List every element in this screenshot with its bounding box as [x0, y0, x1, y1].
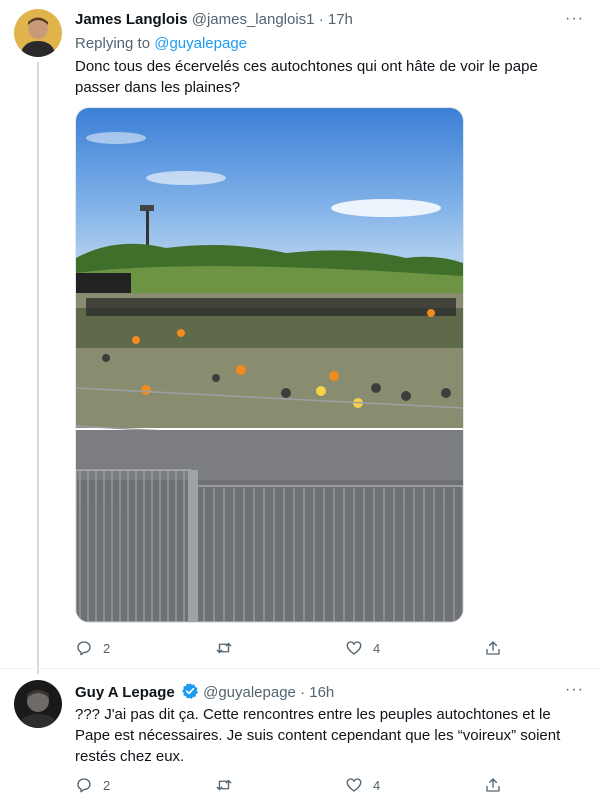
- tweet-text-line: passer dans les plaines?: [75, 79, 241, 96]
- tweet-actions: 2 4: [75, 775, 505, 795]
- reply-button[interactable]: 2: [75, 638, 110, 658]
- author-name[interactable]: Guy A Lepage: [75, 684, 175, 701]
- avatar-james-langlois[interactable]: [14, 9, 62, 57]
- tweet-text-line: Donc tous des écervelés ces autochtones …: [75, 58, 538, 75]
- tweet-guy-a-lepage[interactable]: Guy A Lepage @guyalepage · 16h ··· ??? J…: [0, 669, 600, 809]
- share-icon: [486, 641, 500, 655]
- separator: ·: [318, 11, 324, 28]
- like-count: 4: [373, 777, 381, 793]
- timestamp[interactable]: 16h: [309, 684, 334, 701]
- retweet-button[interactable]: [215, 775, 243, 795]
- reply-icon: [77, 641, 91, 656]
- replying-to: Replying to @guyalepage: [75, 35, 247, 52]
- reply-count: 2: [103, 640, 111, 656]
- avatar-guy-a-lepage[interactable]: [14, 680, 62, 728]
- tweet-text-line: ??? J'ai pas dit ça. Cette rencontres en…: [75, 706, 551, 723]
- tweet-photo[interactable]: [75, 107, 464, 623]
- like-icon: [346, 778, 362, 792]
- timestamp[interactable]: 17h: [328, 11, 353, 28]
- author-handle[interactable]: @guyalepage: [203, 684, 296, 701]
- more-icon[interactable]: ···: [565, 10, 584, 28]
- share-icon: [486, 778, 500, 792]
- reply-prefix: Replying to: [75, 35, 151, 52]
- retweet-icon: [216, 642, 232, 654]
- reply-count: 2: [103, 777, 111, 793]
- reply-handle-link[interactable]: @guyalepage: [154, 35, 247, 52]
- tweet-text: ??? J'ai pas dit ça. Cette rencontres en…: [75, 704, 575, 767]
- share-button[interactable]: [484, 638, 502, 658]
- retweet-icon: [216, 779, 232, 791]
- thread-connector-line: [37, 62, 39, 674]
- tweet-text-line: Pape est nécessaires. Je suis content ce…: [75, 727, 561, 744]
- tweet-james-langlois[interactable]: James Langlois @james_langlois1 · 17h ··…: [0, 0, 600, 674]
- tweet-header: Guy A Lepage @guyalepage · 16h: [75, 682, 334, 701]
- like-button[interactable]: 4: [345, 638, 380, 658]
- like-count: 4: [373, 640, 381, 656]
- more-icon[interactable]: ···: [565, 681, 584, 699]
- reply-icon: [77, 778, 91, 793]
- separator: ·: [300, 684, 306, 701]
- tweet-header: James Langlois @james_langlois1 · 17h: [75, 11, 353, 28]
- author-handle[interactable]: @james_langlois1: [192, 11, 315, 28]
- tweet-actions: 2 4: [75, 638, 505, 658]
- reply-button[interactable]: 2: [75, 775, 110, 795]
- retweet-button[interactable]: [215, 638, 243, 658]
- share-button[interactable]: [484, 775, 502, 795]
- tweet-text-line: restés chez eux.: [75, 748, 185, 765]
- verified-badge-icon: [182, 683, 198, 699]
- tweet-text: Donc tous des écervelés ces autochtones …: [75, 56, 575, 98]
- like-icon: [346, 641, 362, 655]
- like-button[interactable]: 4: [345, 775, 380, 795]
- author-name[interactable]: James Langlois: [75, 11, 188, 28]
